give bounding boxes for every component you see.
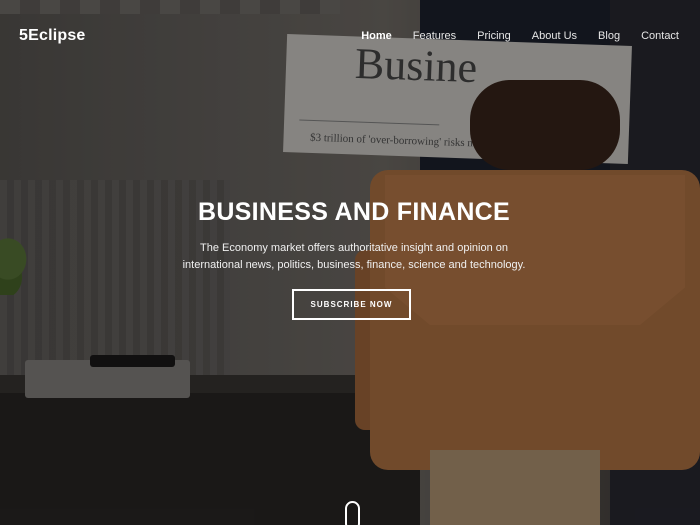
- nav-contact[interactable]: Contact: [641, 30, 679, 42]
- site-logo[interactable]: 5Eclipse: [19, 27, 86, 45]
- hero-headline: BUSINESS AND FINANCE: [197, 198, 511, 226]
- nav-home[interactable]: Home: [361, 30, 392, 42]
- hero-subtitle-line-1: The Economy market offers authoritative …: [200, 242, 508, 254]
- nav-pricing[interactable]: Pricing: [477, 30, 511, 42]
- subscribe-now-button[interactable]: SUBSCRIBE NOW: [292, 289, 411, 320]
- main-nav: Home Features Pricing About Us Blog Cont…: [340, 30, 679, 42]
- nav-features[interactable]: Features: [413, 30, 456, 42]
- hero-section: Busine $3 trillion of 'over-borrowing' r…: [0, 0, 700, 525]
- hero-subtitle: The Economy market offers authoritative …: [0, 240, 700, 274]
- hero-subtitle-line-2: international news, politics, business, …: [182, 259, 526, 271]
- scroll-down-icon[interactable]: [345, 501, 360, 525]
- nav-about-us[interactable]: About Us: [532, 30, 577, 42]
- nav-blog[interactable]: Blog: [598, 30, 620, 42]
